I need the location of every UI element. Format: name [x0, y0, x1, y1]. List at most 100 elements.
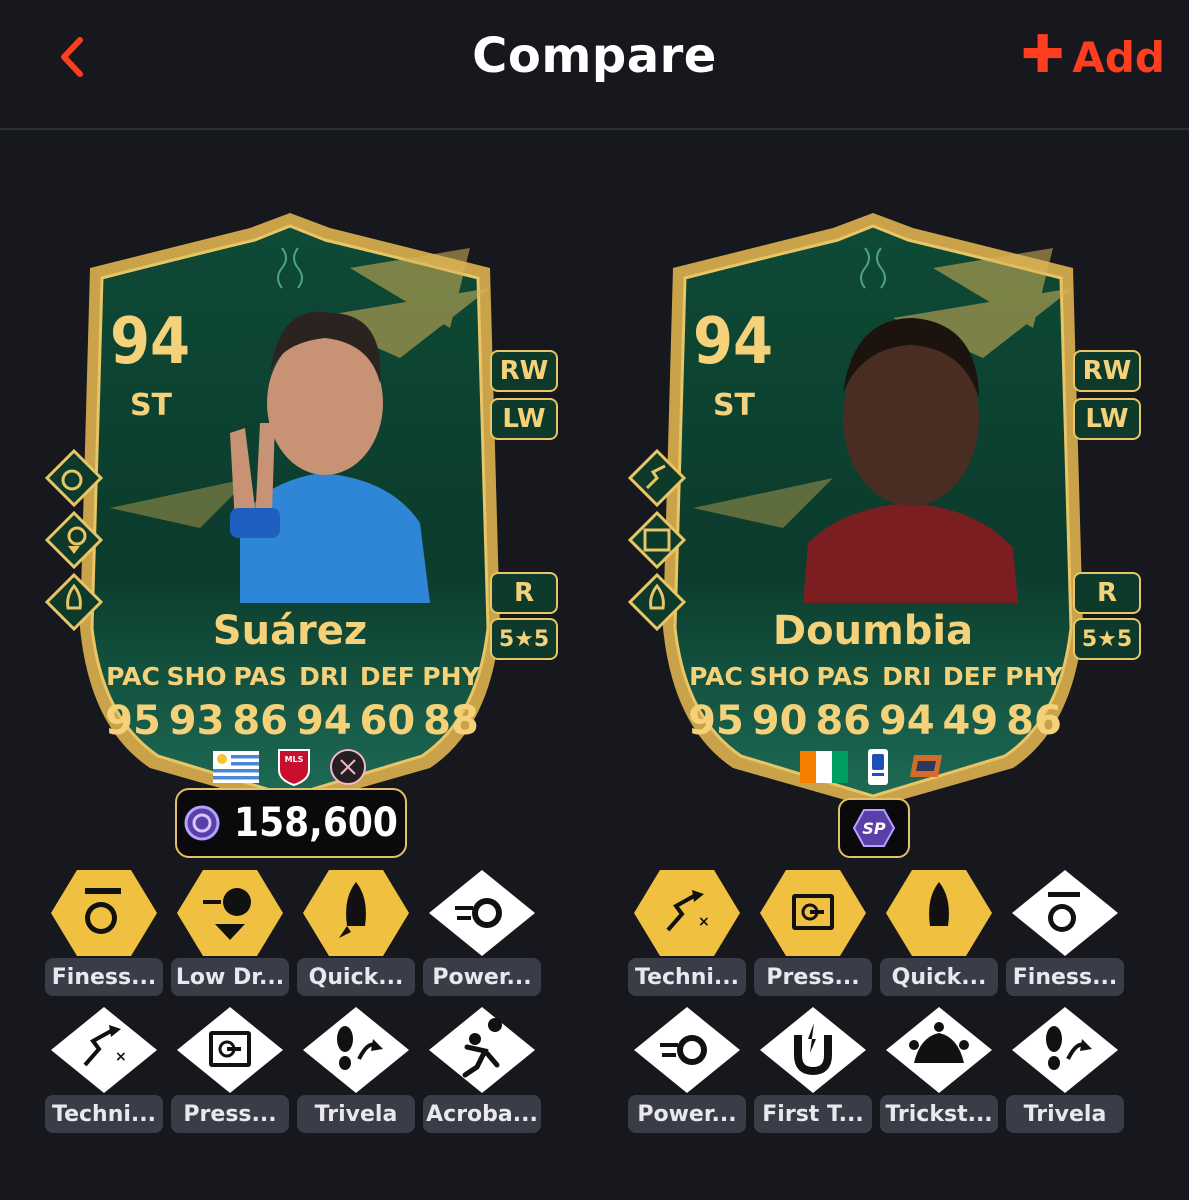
inter-miami-logo-icon — [330, 749, 366, 785]
playstyle-plus[interactable]: Quick... — [880, 868, 998, 996]
playstyle-label: Low Dr... — [171, 958, 289, 996]
mls-logo-icon: MLS — [278, 749, 310, 786]
playstyle-label: Finess... — [1006, 958, 1124, 996]
quick-step-icon — [303, 870, 409, 956]
svg-text:×: × — [115, 1049, 127, 1065]
low-driven-shot-icon — [177, 870, 283, 956]
playstyle-base[interactable]: Press... — [171, 1005, 289, 1133]
player-card[interactable]: 94 ST RW LW R 5★5 Doumbia PAC SHO PAS DR — [627, 208, 1141, 813]
first-touch-magnet-icon — [760, 1007, 866, 1093]
finesse-shot-icon — [51, 870, 157, 956]
player-name: Doumbia — [772, 608, 974, 654]
press-proven-icon — [177, 1007, 283, 1093]
overall-rating: 94 — [692, 305, 774, 379]
player-column-1: 94 ST RW LW R 5★5 Suárez PAC SHO PAS DRI… — [20, 200, 580, 1200]
technical-icon: × — [51, 1007, 157, 1093]
technical-icon — [627, 448, 687, 508]
playstyle-label: Trivela — [297, 1095, 415, 1133]
playstyle-plus[interactable]: Quick... — [297, 868, 415, 996]
serie-a-logo-icon — [868, 749, 888, 785]
stat-label-pas: PAS — [816, 662, 870, 691]
alt-position-1: RW — [1073, 350, 1141, 392]
playstyle-label: Trivela — [1006, 1095, 1124, 1133]
playstyle-label: Trickst... — [880, 1095, 998, 1133]
player-card[interactable]: 94 ST RW LW R 5★5 Suárez PAC SHO PAS DRI… — [44, 208, 558, 813]
alt-position-2: LW — [1073, 398, 1141, 440]
playstyle-label: Finess... — [45, 958, 163, 996]
stat-pac: 95 — [688, 698, 744, 744]
stat-label-dri: DRI — [882, 662, 932, 691]
stat-labels: PAC SHO PAS DRI DEF PHY — [685, 662, 1065, 691]
page-title: Compare — [472, 28, 717, 84]
technical-icon: × — [634, 870, 740, 956]
stat-phy: 86 — [1006, 698, 1062, 744]
power-shot-icon — [634, 1007, 740, 1093]
svg-text:MLS: MLS — [285, 755, 304, 764]
player-photo — [230, 311, 430, 603]
club-logo-icon — [910, 755, 942, 777]
finesse-shot-icon — [44, 448, 104, 508]
playstyle-plus[interactable]: Low Dr... — [171, 868, 289, 996]
coin-icon — [184, 805, 220, 841]
stat-sho: 93 — [168, 698, 225, 744]
alt-position-2: LW — [490, 398, 558, 440]
playstyle-base[interactable]: Trivela — [1006, 1005, 1124, 1133]
playstyle-label: Press... — [171, 1095, 289, 1133]
top-bar: Compare ✚ Add — [0, 0, 1189, 130]
playstyle-plus[interactable]: Finess... — [45, 868, 163, 996]
sp-badge: SP — [838, 798, 910, 858]
stat-label-pac: PAC — [689, 662, 743, 691]
stat-label-sho: SHO — [166, 662, 227, 691]
stat-label-pac: PAC — [106, 662, 160, 691]
acrobatic-icon — [429, 1007, 535, 1093]
player-column-2: 94 ST RW LW R 5★5 Doumbia PAC SHO PAS DR — [603, 200, 1163, 1200]
playstyle-base[interactable]: Trickst... — [880, 1005, 998, 1133]
svg-text:×: × — [698, 914, 710, 930]
stat-pas: 86 — [232, 698, 289, 744]
playstyle-plus[interactable]: Press... — [754, 868, 872, 996]
ivory-coast-flag-icon — [800, 751, 848, 783]
playstyle-label: First T... — [754, 1095, 872, 1133]
stat-label-dri: DRI — [299, 662, 349, 691]
playstyle-base[interactable]: Power... — [628, 1005, 746, 1133]
card-flags — [633, 748, 1113, 786]
quick-step-icon — [886, 870, 992, 956]
stat-label-def: DEF — [359, 662, 415, 691]
stat-values: 95 90 86 94 49 86 — [685, 698, 1065, 744]
stat-sho: 90 — [751, 698, 808, 744]
sp-label: SP — [862, 818, 886, 838]
main-position: ST — [129, 388, 173, 423]
card-flags: MLS — [50, 748, 530, 786]
press-proven-icon — [627, 510, 687, 570]
playstyle-base[interactable]: Power... — [423, 868, 541, 996]
playstyle-base[interactable]: Acroba... — [423, 1005, 541, 1133]
stat-def: 49 — [942, 698, 999, 744]
stat-dri: 94 — [878, 698, 935, 744]
playstyle-label: Press... — [754, 958, 872, 996]
stat-phy: 88 — [423, 698, 479, 744]
player-name: Suárez — [212, 608, 368, 654]
playstyle-base[interactable]: Finess... — [1006, 868, 1124, 996]
stat-pas: 86 — [815, 698, 872, 744]
playstyle-label: Techni... — [45, 1095, 163, 1133]
playstyle-plus[interactable]: × Techni... — [628, 868, 746, 996]
playstyle-label: Power... — [628, 1095, 746, 1133]
alt-position-1: RW — [490, 350, 558, 392]
trivela-icon — [303, 1007, 409, 1093]
playstyle-base[interactable]: First T... — [754, 1005, 872, 1133]
low-driven-shot-icon — [44, 510, 104, 570]
overall-rating: 94 — [109, 305, 191, 379]
jester-hat-icon — [886, 1007, 992, 1093]
press-proven-icon — [760, 870, 866, 956]
playstyle-label: Power... — [423, 958, 541, 996]
playstyle-base[interactable]: Trivela — [297, 1005, 415, 1133]
add-button[interactable]: ✚ Add — [1021, 29, 1165, 84]
playstyle-base[interactable]: × Techni... — [45, 1005, 163, 1133]
uruguay-flag-icon — [213, 751, 259, 783]
playstyle-label: Quick... — [880, 958, 998, 996]
player-photo — [803, 318, 1018, 603]
stat-values: 95 93 86 94 60 88 — [102, 698, 482, 744]
stat-label-pas: PAS — [233, 662, 287, 691]
playstyle-label: Techni... — [628, 958, 746, 996]
stat-pac: 95 — [105, 698, 161, 744]
